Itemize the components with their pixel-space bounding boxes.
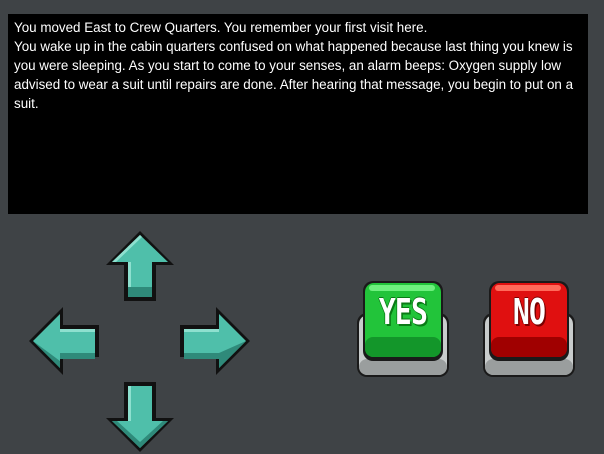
yes-button-label: YES [378,292,428,333]
move-south-button[interactable] [103,380,177,454]
yes-button[interactable]: YES [357,279,449,379]
arrow-right-icon [180,307,250,375]
move-west-button[interactable] [27,305,101,379]
message-log-line-1: You moved East to Crew Quarters. You rem… [14,20,428,35]
move-north-button[interactable] [103,229,177,303]
no-button[interactable]: NO [483,279,575,379]
message-log-line-2: You wake up in the cabin quarters confus… [14,39,577,111]
arrow-up-icon [106,231,174,301]
arrow-down-icon [106,382,174,452]
no-button-label: NO [512,292,546,333]
message-log-panel: You moved East to Crew Quarters. You rem… [8,14,588,214]
move-east-button[interactable] [178,305,252,379]
arrow-left-icon [29,307,99,375]
